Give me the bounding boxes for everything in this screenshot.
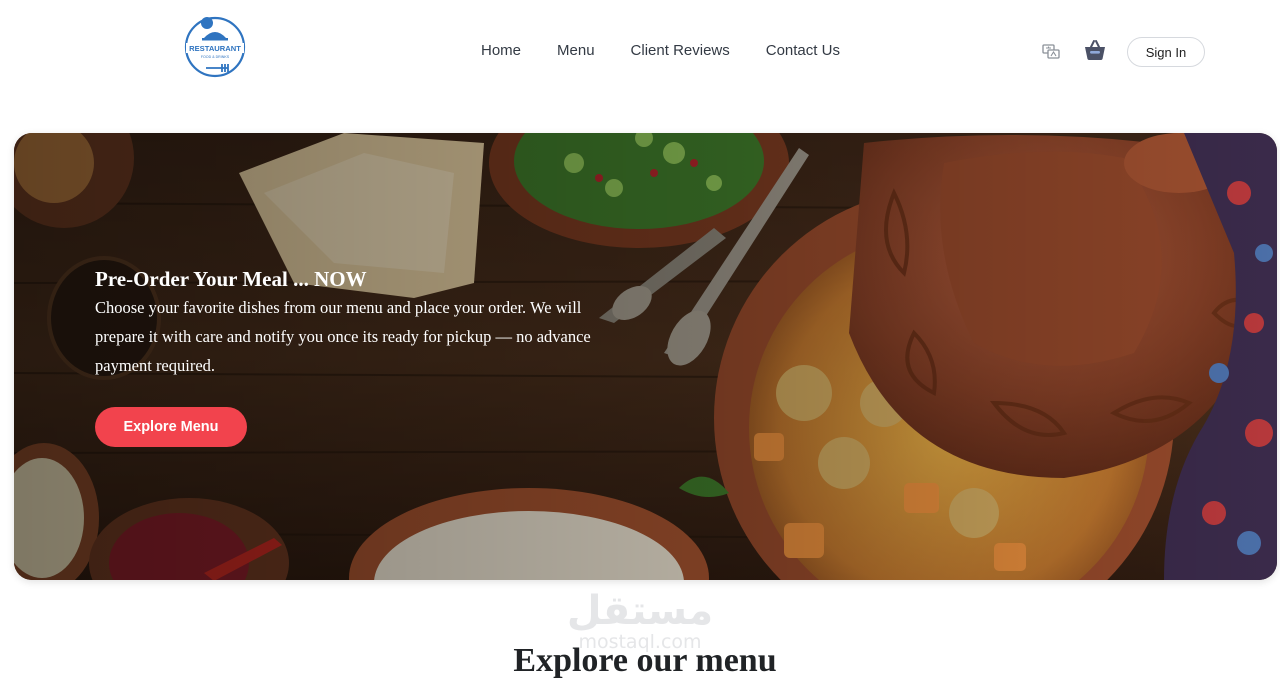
nav-menu[interactable]: Menu xyxy=(557,42,595,59)
navbar: RESTAURANT FOOD & DRINKS Home Menu Clien… xyxy=(0,0,1280,100)
nav-contact-us[interactable]: Contact Us xyxy=(766,42,840,59)
sign-in-button[interactable]: Sign In xyxy=(1127,37,1205,67)
svg-text:RESTAURANT: RESTAURANT xyxy=(189,44,241,53)
explore-menu-button[interactable]: Explore Menu xyxy=(95,407,247,447)
language-translate-icon[interactable] xyxy=(1041,41,1061,61)
shopping-basket-icon[interactable] xyxy=(1083,38,1107,62)
main-nav: Home Menu Client Reviews Contact Us xyxy=(481,42,840,59)
nav-client-reviews[interactable]: Client Reviews xyxy=(631,42,730,59)
explore-menu-heading: Explore our menu xyxy=(513,642,777,679)
hero-description: Choose your favorite dishes from our men… xyxy=(95,298,591,375)
svg-text:FOOD & DRINKS: FOOD & DRINKS xyxy=(201,55,230,59)
nav-home[interactable]: Home xyxy=(481,42,521,59)
watermark-arabic-text: مستقل xyxy=(566,588,714,634)
hero-banner: Pre-Order Your Meal ... NOW Choose your … xyxy=(14,133,1277,580)
hero-title: Pre-Order Your Meal ... NOW xyxy=(95,267,367,291)
restaurant-logo[interactable]: RESTAURANT FOOD & DRINKS xyxy=(182,16,248,78)
